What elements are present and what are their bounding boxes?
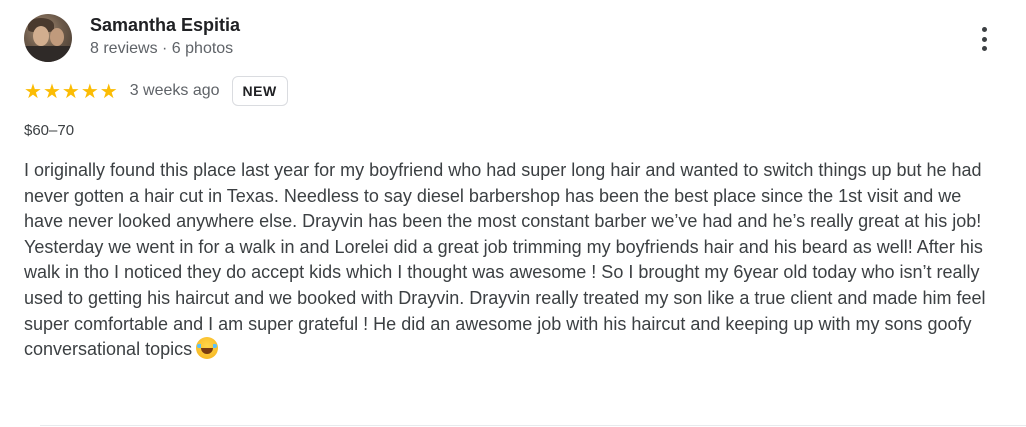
review-time: 3 weeks ago xyxy=(129,82,220,99)
review-text: I originally found this place last year … xyxy=(24,158,999,363)
face-with-tears-of-joy-icon xyxy=(196,337,219,360)
more-vert-icon-dot xyxy=(981,36,987,42)
more-options-button[interactable] xyxy=(972,24,996,54)
price-range: $60–70 xyxy=(24,122,75,139)
star-icon: ★ xyxy=(61,79,80,103)
rating-row: ★ ★ ★ ★ ★ 3 weeks ago NEW xyxy=(24,76,288,106)
star-icon: ★ xyxy=(24,79,42,103)
new-badge: NEW xyxy=(231,76,288,106)
avatar-face xyxy=(33,26,49,46)
more-vert-icon xyxy=(981,27,987,32)
star-icon: ★ xyxy=(99,79,118,103)
reviewer-meta: 8 reviews · 6 photos xyxy=(90,40,234,57)
reviewer-avatar[interactable] xyxy=(24,14,72,62)
review-body: I originally found this place last year … xyxy=(24,160,986,360)
star-icon: ★ xyxy=(42,79,61,103)
review-card: Samantha Espitia 8 reviews · 6 photos ★ ★… xyxy=(0,0,1026,427)
avatar-shirt xyxy=(24,46,72,62)
divider xyxy=(40,425,1026,426)
star-rating: ★ ★ ★ ★ ★ xyxy=(24,81,118,101)
reviewer-name[interactable]: Samantha Espitia xyxy=(90,14,240,36)
more-vert-icon-dot xyxy=(981,46,987,51)
avatar-face-2 xyxy=(50,28,64,46)
star-icon: ★ xyxy=(80,79,99,103)
